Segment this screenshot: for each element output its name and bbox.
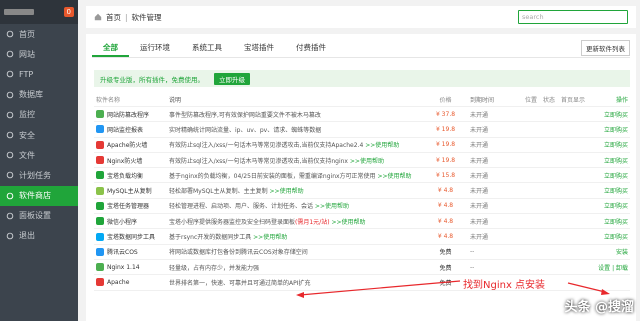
sidebar-item-label: 面板设置 — [19, 211, 51, 221]
monitor-icon — [6, 111, 14, 119]
sidebar-item-label: 安全 — [19, 130, 35, 140]
exit-icon — [6, 232, 14, 240]
sidebar-item-label: 网站 — [19, 49, 35, 59]
store-icon — [6, 192, 14, 199]
logo — [4, 9, 34, 15]
sidebar-header: 0 — [0, 0, 78, 24]
database-icon — [6, 91, 14, 98]
sidebar-item-8[interactable]: 软件商店 — [0, 185, 78, 206]
sidebar-item-2[interactable]: FTP — [0, 64, 78, 84]
sidebar-item-1[interactable]: 网站 — [0, 44, 78, 64]
sidebar-item-label: 软件商店 — [19, 191, 51, 201]
sidebar-item-label: 数据库 — [19, 90, 43, 100]
sidebar-item-label: FTP — [19, 69, 34, 79]
sidebar-item-5[interactable]: 安全 — [0, 125, 78, 145]
sidebar-item-label: 退出 — [19, 231, 35, 241]
annotation-arrows — [296, 280, 610, 298]
ftp-icon — [6, 71, 14, 78]
sidebar-item-9[interactable]: 面板设置 — [0, 206, 78, 226]
globe-icon — [6, 51, 14, 58]
sidebar-item-4[interactable]: 监控 — [0, 105, 78, 125]
folder-icon — [6, 151, 14, 159]
watermark: 头条 @搜溜 — [564, 300, 634, 315]
sidebar-item-label: 计划任务 — [19, 170, 51, 180]
sidebar-item-label: 监控 — [19, 110, 35, 120]
sidebar-item-3[interactable]: 数据库 — [0, 85, 78, 105]
sidebar-item-10[interactable]: 退出 — [0, 226, 78, 246]
home-icon — [6, 30, 14, 38]
sidebar-item-label: 首页 — [19, 29, 35, 39]
gear-icon — [6, 212, 14, 220]
notification-badge[interactable]: 0 — [63, 7, 74, 17]
sidebar-item-0[interactable]: 首页 — [0, 24, 78, 44]
sidebar-item-6[interactable]: 文件 — [0, 145, 78, 165]
shield-icon — [6, 131, 14, 139]
sidebar-item-7[interactable]: 计划任务 — [0, 165, 78, 185]
clock-icon — [6, 172, 14, 179]
sidebar-item-label: 文件 — [19, 150, 35, 160]
sidebar: 0 首页网站 FTP 数据库监控安全文件计划任务软件商店面板设置退出 — [0, 0, 78, 321]
